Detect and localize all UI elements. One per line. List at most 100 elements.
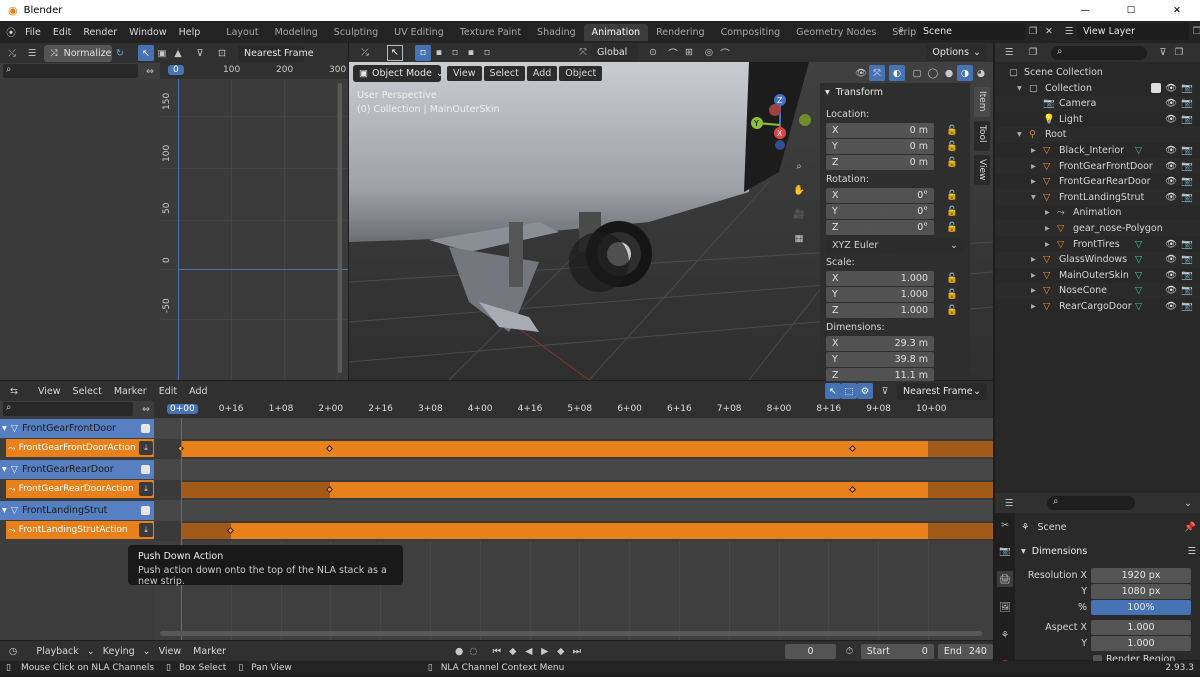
visibility-icon[interactable]: 👁 — [1165, 301, 1177, 312]
nla-menu-add[interactable]: Add — [183, 386, 213, 397]
expand-arrow-icon[interactable]: ▸ — [1031, 176, 1036, 187]
current-frame-field[interactable]: 0 — [784, 643, 837, 659]
maximize-button[interactable]: ☐ — [1108, 5, 1154, 16]
view-layer-tab-icon[interactable]: 🖼 — [997, 599, 1013, 615]
visibility-icon[interactable]: 👁 — [853, 65, 869, 81]
warning-icon[interactable]: ▲ — [170, 45, 186, 61]
scene-tab-icon[interactable]: ⚘ — [997, 627, 1013, 643]
nla-action-strip-active[interactable] — [181, 441, 928, 457]
scale-x-field[interactable]: X 1.000 — [826, 271, 934, 286]
nla-strip-area[interactable]: 0+00 0+16 1+08 2+00 2+16 3+08 4+00 4+16 5+08 6+00… — [154, 401, 993, 640]
minimize-button[interactable]: — — [1062, 5, 1108, 16]
scale-y-field[interactable]: Y 1.000 — [826, 287, 934, 302]
location-y-field[interactable]: Y 0 m — [826, 139, 934, 154]
include-checkbox[interactable] — [1151, 83, 1161, 93]
tab-modeling[interactable]: Modeling — [267, 24, 326, 41]
nla-search-input[interactable]: ⌕ — [3, 402, 133, 416]
tab-rendering[interactable]: Rendering — [648, 24, 713, 41]
outliner-item[interactable]: ▸ ▽ FrontGearRearDoor 👁 📷 — [995, 174, 1200, 190]
options-dropdown[interactable]: Options ⌄ — [926, 44, 987, 61]
expand-arrow-icon[interactable]: ▸ — [1045, 239, 1050, 250]
nla-channel-object[interactable]: ▾ ▽ FrontGearRearDoor — [0, 460, 154, 479]
orientation-selector[interactable]: Global — [591, 44, 639, 61]
jump-keyframe-forward-icon[interactable]: ◆ — [553, 643, 569, 659]
render-camera-icon[interactable]: 📷 — [1181, 285, 1193, 296]
rotation-mode-selector[interactable]: XYZ Euler ⌄ — [826, 238, 964, 253]
vp-menu-view[interactable]: View — [447, 65, 482, 81]
render-camera-icon[interactable]: 📷 — [1181, 161, 1193, 172]
start-frame-field[interactable]: Start 0 — [860, 643, 934, 659]
menu-render[interactable]: Render — [77, 27, 123, 38]
resolution-percent-field[interactable]: 100% — [1091, 599, 1191, 615]
outliner-filter-icon[interactable]: ⊽ — [1155, 45, 1171, 61]
visibility-icon[interactable]: 👁 — [1165, 114, 1177, 125]
rotation-x-field[interactable]: X 0° — [826, 188, 934, 203]
mode-selector[interactable]: ▣ Object Mode ⌄ — [353, 64, 444, 82]
location-x-field[interactable]: X 0 m — [826, 123, 934, 138]
shading-solid-icon[interactable]: ● — [941, 65, 957, 81]
menu-edit[interactable]: Edit — [47, 27, 77, 38]
dimensions-section-header[interactable]: ▾ Dimensions ☰ — [1021, 543, 1196, 559]
presets-icon[interactable]: ☰ — [1187, 546, 1196, 557]
tl-menu-keying[interactable]: Keying — [97, 646, 141, 657]
sidebar-tab-tool[interactable]: Tool — [974, 121, 990, 151]
scene-copy-icon[interactable]: ❐ — [1025, 24, 1041, 40]
nla-menu-select[interactable]: Select — [67, 386, 108, 397]
shading-render-icon[interactable]: ◕ — [973, 65, 989, 81]
sidebar-tab-item[interactable]: Item — [974, 87, 990, 117]
select-mode-icon[interactable]: ↖ — [387, 44, 403, 61]
outliner-item[interactable]: 💡 Light 👁 📷 — [995, 111, 1200, 127]
properties-editor-icon[interactable]: ☰ — [1001, 495, 1017, 511]
expand-arrow-icon[interactable]: ▸ — [1031, 301, 1036, 312]
play-reverse-icon[interactable]: ◀ — [521, 643, 537, 659]
outliner-item[interactable]: ▸ ▽ gear_nose-Polygon — [995, 220, 1200, 237]
blender-menu-icon[interactable]: ⦿ — [3, 24, 19, 40]
nla-channel-action[interactable]: ⤳ FrontGearRearDoorAction ⤓ — [6, 480, 154, 498]
falloff-icon[interactable]: ⌒ — [717, 45, 733, 61]
pin-icon[interactable]: 📌 — [1184, 522, 1196, 533]
shading-wire-icon[interactable]: ◯ — [925, 65, 941, 81]
select-new-icon[interactable]: ▫ — [415, 44, 431, 61]
tl-menu-playback[interactable]: Playback — [30, 646, 84, 657]
scale-z-field[interactable]: Z 1.000 — [826, 303, 934, 318]
outliner-item[interactable]: ▸ ▽ FrontTires 👁 📷 ▽ — [995, 236, 1200, 252]
render-tab-icon[interactable]: 📷 — [997, 543, 1013, 559]
end-frame-field[interactable]: End 240 — [937, 643, 993, 659]
tab-shading[interactable]: Shading — [529, 24, 584, 41]
nla-menu-view[interactable]: View — [32, 386, 67, 397]
render-camera-icon[interactable]: 📷 — [1181, 270, 1193, 281]
nla-menu-marker[interactable]: Marker — [108, 386, 153, 397]
visibility-icon[interactable]: 👁 — [1165, 192, 1177, 203]
proportional-icon[interactable]: ◎ — [701, 45, 717, 61]
scene-remove-icon[interactable]: ✕ — [1041, 24, 1057, 40]
jump-keyframe-back-icon[interactable]: ◆ — [505, 643, 521, 659]
include-missing-icon[interactable]: ↖ — [825, 383, 841, 399]
swap-icon[interactable]: ⇔ — [138, 401, 154, 417]
expand-arrow-icon[interactable]: ▸ — [1045, 207, 1050, 218]
menu-icon[interactable]: ☰ — [24, 45, 40, 61]
box-select-icon[interactable]: ▣ — [154, 45, 170, 61]
dimensions-x-field[interactable]: X 29.3 m — [826, 336, 934, 351]
tab-compositing[interactable]: Compositing — [713, 24, 789, 41]
sidebar-tab-view[interactable]: View — [974, 155, 990, 185]
snap-icon[interactable]: ⌒ — [665, 45, 681, 61]
outliner-item[interactable]: ▸ ▽ NoseCone 👁 📷 ▽ — [995, 282, 1200, 299]
only-selected-icon[interactable]: ⬚ — [841, 383, 857, 399]
graph-snap-selector[interactable]: Nearest Frame — [238, 44, 314, 62]
lock-icon[interactable]: 🔓 — [946, 190, 958, 201]
nla-channel-object[interactable]: ▾ ▽ FrontGearFrontDoor — [0, 419, 154, 438]
lock-icon[interactable]: 🔓 — [946, 222, 958, 233]
outliner-item[interactable]: ▸ ⤳ Animation — [995, 205, 1200, 221]
menu-window[interactable]: Window — [123, 27, 172, 38]
render-camera-icon[interactable]: 📷 — [1181, 83, 1193, 94]
channel-search-input[interactable]: ⌕ — [3, 64, 138, 78]
expand-arrow-icon[interactable]: ▸ — [1045, 223, 1050, 234]
pivot-icon[interactable]: ⊡ — [214, 45, 230, 61]
outliner-item[interactable]: ▸ ▽ RearCargoDoor 👁 📷 ▽ — [995, 298, 1200, 314]
outliner-item[interactable]: ▸ ▽ FrontGearFrontDoor 👁 📷 — [995, 158, 1200, 174]
render-camera-icon[interactable]: 📷 — [1181, 98, 1193, 109]
tab-animation[interactable]: Animation — [583, 23, 649, 41]
tab-uv-editing[interactable]: UV Editing — [386, 24, 452, 41]
visibility-icon[interactable]: 👁 — [1165, 145, 1177, 156]
vp-menu-select[interactable]: Select — [483, 65, 525, 81]
